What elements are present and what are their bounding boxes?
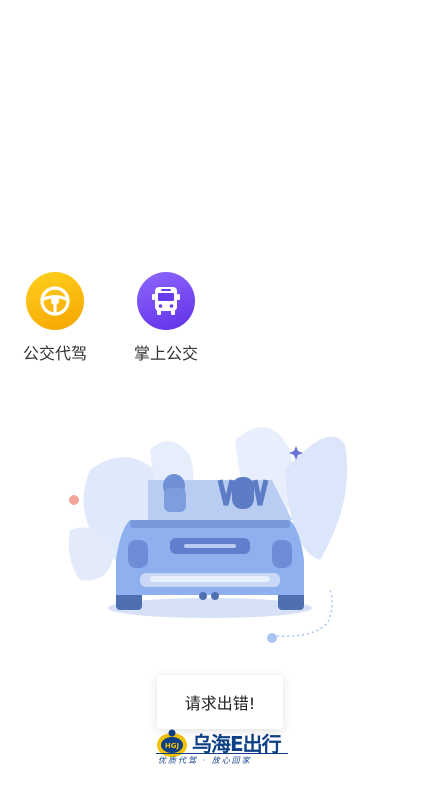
toast-message: 请求出错! bbox=[184, 694, 256, 713]
brand-divider bbox=[156, 753, 288, 754]
service-label: 公交代驾 bbox=[22, 344, 87, 363]
svg-text:HGJ: HGJ bbox=[165, 742, 179, 750]
brand-tagline: 优质代驾 · 放心回家 bbox=[158, 756, 252, 765]
empty-state-car-illustration bbox=[68, 427, 348, 643]
service-label: 掌上公交 bbox=[133, 344, 198, 363]
error-toast: 请求出错! bbox=[157, 675, 283, 729]
steering-wheel-icon bbox=[26, 272, 84, 330]
service-bus-driving[interactable]: 公交代驾 bbox=[10, 272, 100, 364]
bus-icon bbox=[137, 272, 195, 330]
service-mobile-bus[interactable]: 掌上公交 bbox=[121, 272, 211, 364]
app-screen: 公交代驾 掌上公交 HGJ 乌海E出行 优质代驾 · 放心回家 请求出错! bbox=[0, 0, 442, 787]
